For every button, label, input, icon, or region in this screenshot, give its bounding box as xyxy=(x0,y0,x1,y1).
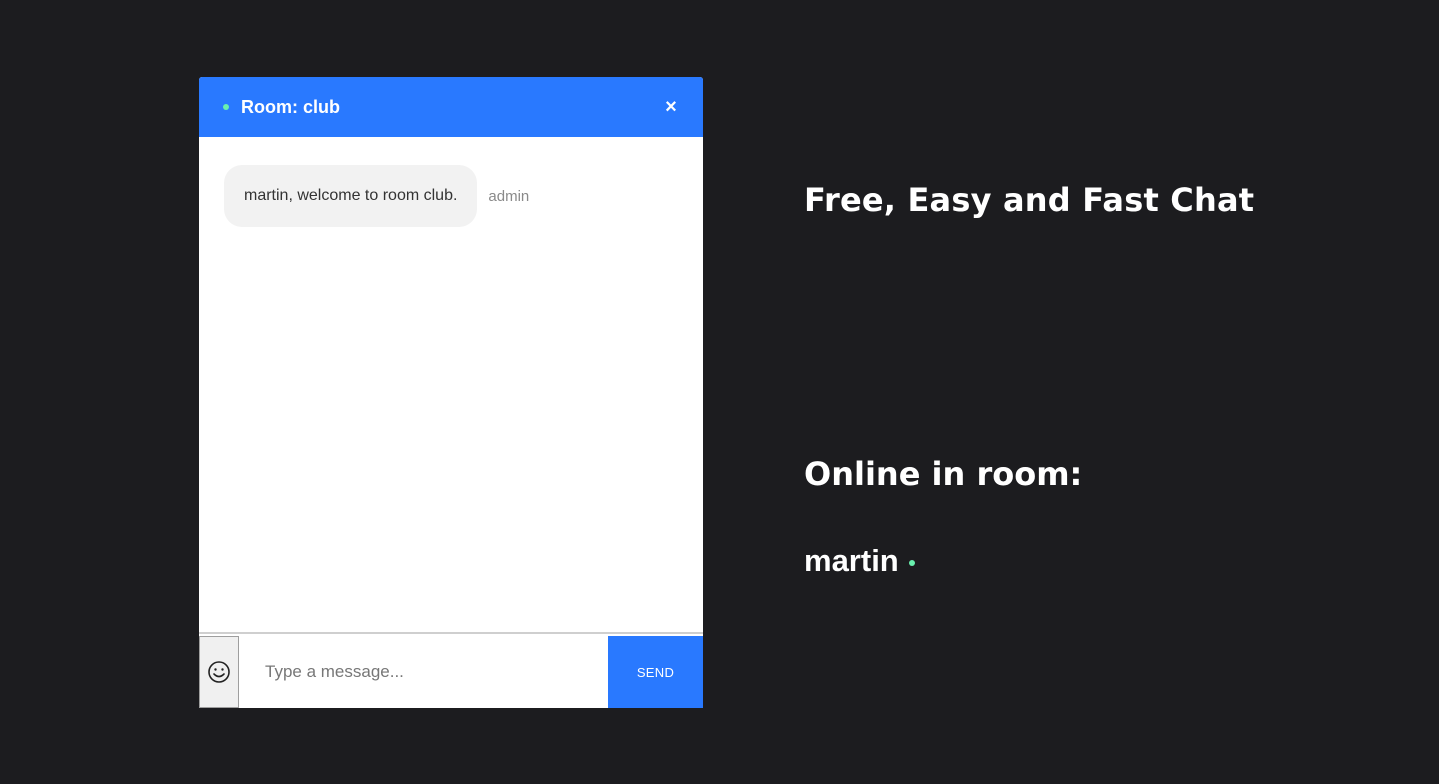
tagline: Free, Easy and Fast Chat xyxy=(804,181,1255,219)
close-button[interactable]: × xyxy=(663,97,679,117)
message-list[interactable]: martin, welcome to room club. admin xyxy=(199,137,703,634)
online-heading: Online in room: xyxy=(804,455,1083,493)
message-item: martin, welcome to room club. admin xyxy=(224,165,678,227)
message-sender: admin xyxy=(488,187,530,205)
message-composer: SEND xyxy=(199,636,703,708)
online-user-item: martin xyxy=(804,543,915,579)
room-title: Room: club xyxy=(241,96,340,117)
online-user-list: martin xyxy=(804,543,915,579)
message-bubble: martin, welcome to room club. xyxy=(224,165,478,227)
emoji-button[interactable] xyxy=(199,636,239,708)
chat-window: Room: club × martin, welcome to room clu… xyxy=(199,77,703,708)
send-button[interactable]: SEND xyxy=(608,636,703,708)
room-status-dot xyxy=(223,104,229,110)
online-status-dot xyxy=(908,560,915,566)
message-input[interactable] xyxy=(239,636,608,708)
online-user-name: martin xyxy=(804,543,899,578)
smiley-icon xyxy=(208,661,230,683)
chat-header: Room: club × xyxy=(199,77,703,137)
